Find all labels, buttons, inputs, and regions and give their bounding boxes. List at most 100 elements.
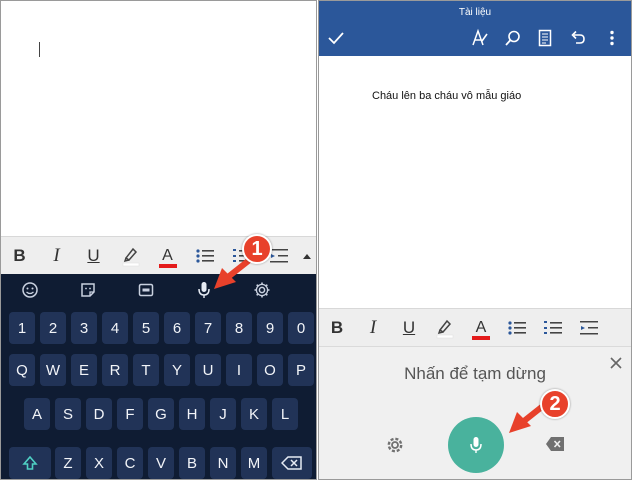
key-5[interactable]: 5	[133, 312, 159, 344]
search-button[interactable]	[502, 27, 524, 49]
bullet-list-button[interactable]	[186, 237, 223, 274]
underline-button[interactable]: U	[391, 309, 427, 346]
format-toolbar: B I U A	[319, 308, 631, 346]
highlighter-button[interactable]	[112, 237, 149, 274]
numbered-list-button[interactable]	[535, 309, 571, 346]
key-e[interactable]: E	[71, 354, 97, 386]
keyboard-settings-button[interactable]	[233, 274, 291, 306]
font-color-letter: A	[162, 246, 173, 264]
underline-button[interactable]: U	[75, 237, 112, 274]
sticker-icon	[81, 283, 95, 297]
gif-icon	[138, 283, 154, 297]
key-1[interactable]: 1	[9, 312, 35, 344]
text-cursor	[39, 42, 40, 57]
bold-button[interactable]: B	[1, 237, 38, 274]
key-h[interactable]: H	[179, 398, 205, 430]
word-app-bar: Tài liệu	[319, 1, 631, 56]
keyboard-toolbar	[1, 274, 316, 306]
key-3[interactable]: 3	[71, 312, 97, 344]
bullet-list-button[interactable]	[499, 309, 535, 346]
numbered-list-icon	[544, 320, 562, 334]
more-vertical-icon	[610, 30, 614, 46]
voice-delete-button[interactable]	[545, 436, 565, 452]
key-z[interactable]: Z	[55, 447, 81, 479]
key-9[interactable]: 9	[257, 312, 283, 344]
key-k[interactable]: K	[241, 398, 267, 430]
shift-key[interactable]	[9, 447, 51, 479]
key-6[interactable]: 6	[164, 312, 190, 344]
key-b[interactable]: B	[179, 447, 205, 479]
voice-typing-button[interactable]	[175, 274, 233, 306]
screenshot-root: B I U A 1 2 3 4 5 6 7 8 9 0 Q W E R T Y …	[0, 0, 632, 480]
key-8[interactable]: 8	[226, 312, 252, 344]
voice-settings-button[interactable]	[385, 435, 405, 455]
key-f[interactable]: F	[117, 398, 143, 430]
key-o[interactable]: O	[257, 354, 283, 386]
key-r[interactable]: R	[102, 354, 128, 386]
font-color-button[interactable]: A	[463, 309, 499, 346]
sticker-button[interactable]	[59, 274, 117, 306]
key-t[interactable]: T	[133, 354, 159, 386]
key-j[interactable]: J	[210, 398, 236, 430]
document-body-text[interactable]: Cháu lên ba cháu vô mẫu giáo	[372, 90, 521, 102]
checkmark-icon	[328, 32, 344, 45]
key-y[interactable]: Y	[164, 354, 190, 386]
undo-button[interactable]	[567, 27, 589, 49]
voice-status-text[interactable]: Nhấn để tạm dừng	[319, 364, 631, 384]
key-v[interactable]: V	[148, 447, 174, 479]
key-g[interactable]: G	[148, 398, 174, 430]
voice-input-panel: Nhấn để tạm dừng	[319, 346, 631, 479]
right-phone-screen: Tài liệu Cháu lên ba cháu vô mẫu giáo B	[318, 0, 632, 480]
key-n[interactable]: N	[210, 447, 236, 479]
bold-button[interactable]: B	[319, 309, 355, 346]
undo-icon	[571, 30, 585, 44]
key-0[interactable]: 0	[288, 312, 314, 344]
font-color-swatch	[472, 336, 490, 340]
key-w[interactable]: W	[40, 354, 66, 386]
draw-button[interactable]	[469, 27, 491, 49]
document-title: Tài liệu	[458, 7, 492, 18]
key-x[interactable]: X	[86, 447, 112, 479]
gif-button[interactable]	[117, 274, 175, 306]
key-m[interactable]: M	[241, 447, 267, 479]
on-screen-keyboard: 1 2 3 4 5 6 7 8 9 0 Q W E R T Y U I O P …	[1, 274, 316, 479]
key-2[interactable]: 2	[40, 312, 66, 344]
key-q[interactable]: Q	[9, 354, 35, 386]
microphone-icon	[470, 437, 482, 453]
emoji-button[interactable]	[1, 274, 59, 306]
more-options-button[interactable]	[601, 27, 623, 49]
draw-pen-icon	[472, 28, 488, 46]
view-button[interactable]	[534, 27, 556, 49]
key-u[interactable]: U	[195, 354, 221, 386]
step-2-badge: 2	[540, 389, 570, 419]
backspace-icon	[281, 456, 302, 470]
italic-button[interactable]: I	[38, 237, 75, 274]
font-color-button[interactable]: A	[149, 237, 186, 274]
backspace-icon	[546, 437, 564, 451]
key-d[interactable]: D	[86, 398, 112, 430]
key-s[interactable]: S	[55, 398, 81, 430]
key-l[interactable]: L	[272, 398, 298, 430]
backspace-key[interactable]	[272, 447, 312, 479]
gear-icon	[254, 282, 270, 298]
key-7[interactable]: 7	[195, 312, 221, 344]
emoji-icon	[22, 282, 38, 298]
document-editing-area[interactable]	[1, 1, 316, 236]
key-a[interactable]: A	[24, 398, 50, 430]
highlighter-icon	[436, 319, 454, 338]
highlighter-button[interactable]	[427, 309, 463, 346]
font-color-swatch	[158, 264, 177, 268]
done-button[interactable]	[325, 27, 347, 49]
key-i[interactable]: I	[226, 354, 252, 386]
indent-button[interactable]	[571, 309, 607, 346]
expand-toolbar-button[interactable]	[297, 237, 316, 274]
shift-icon	[22, 455, 38, 470]
italic-button[interactable]: I	[355, 309, 391, 346]
expand-up-icon	[302, 253, 311, 259]
search-icon	[505, 30, 520, 46]
key-p[interactable]: P	[288, 354, 314, 386]
document-view-icon	[538, 29, 552, 47]
key-c[interactable]: C	[117, 447, 143, 479]
voice-mic-button[interactable]	[448, 417, 504, 473]
key-4[interactable]: 4	[102, 312, 128, 344]
